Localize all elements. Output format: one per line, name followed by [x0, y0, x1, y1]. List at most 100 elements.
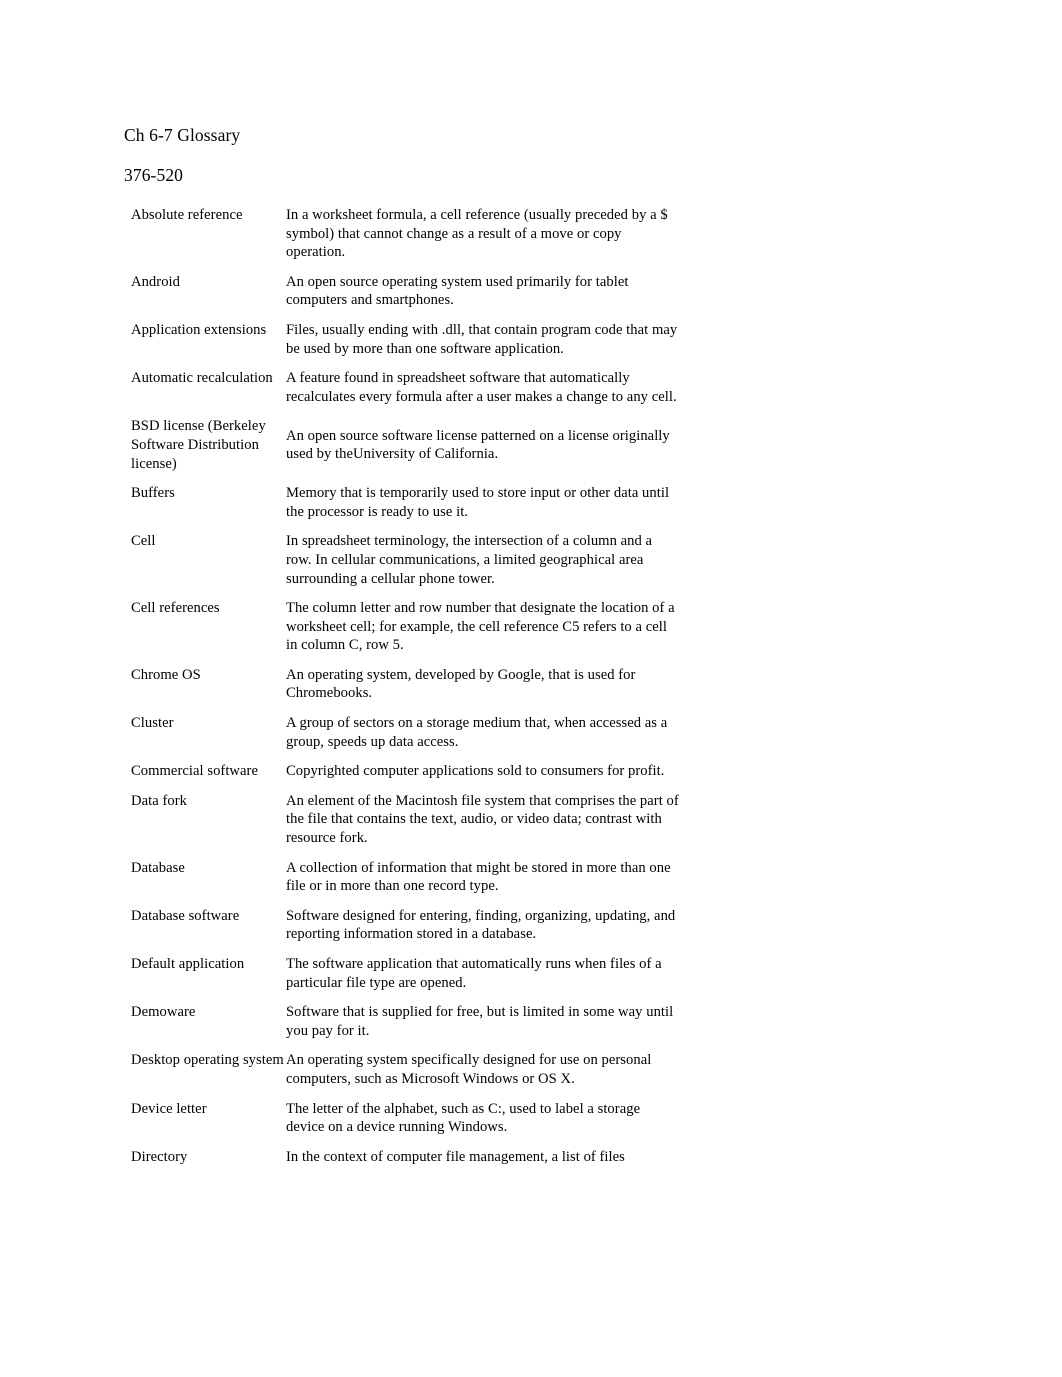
row-spacer	[131, 944, 679, 955]
row-spacer-cell	[286, 992, 679, 1003]
glossary-definition-cell: An open source operating system used pri…	[286, 273, 679, 310]
glossary-definition-cell: In a worksheet formula, a cell reference…	[286, 206, 679, 262]
glossary-table: Absolute reference In a worksheet formula…	[131, 206, 679, 1166]
row-spacer	[131, 262, 679, 273]
glossary-definition-cell: Software that is supplied for free, but …	[286, 1003, 679, 1040]
glossary-definition: A group of sectors on a storage medium t…	[286, 715, 668, 750]
glossary-term-cell: Cell	[131, 532, 286, 588]
glossary-definition: An open source software license patterne…	[286, 427, 670, 463]
glossary-term-cell: Commercial software	[131, 762, 286, 781]
glossary-definition-cell: Software designed for entering, finding,…	[286, 907, 679, 944]
page-subtitle: 376-520	[124, 165, 184, 185]
row-spacer-cell	[286, 781, 679, 792]
row-spacer-cell	[286, 473, 679, 484]
glossary-row: Cell In spreadsheet terminology, the inte…	[131, 532, 679, 588]
row-spacer-cell	[286, 944, 679, 955]
glossary-definition: The software application that automatica…	[286, 956, 662, 991]
glossary-row: Desktop operating system An operating sys…	[131, 1051, 679, 1088]
glossary-row: Demoware Software that is supplied for fr…	[131, 1003, 679, 1040]
glossary-term: Device letter	[131, 1100, 207, 1117]
glossary-definition-cell: In spreadsheet terminology, the intersec…	[286, 532, 679, 588]
glossary-term-cell: Device letter	[131, 1100, 286, 1137]
glossary-definition: An open source operating system used pri…	[286, 273, 629, 309]
row-spacer-cell	[131, 944, 286, 955]
row-spacer-cell	[286, 358, 679, 369]
row-spacer	[131, 751, 679, 762]
glossary-term: Absolute reference	[131, 207, 243, 223]
row-spacer	[131, 588, 679, 599]
document-page: Ch 6-7 Glossary 376-520 Absolute referen…	[0, 0, 1062, 1377]
glossary-definition: Memory that is temporarily used to store…	[286, 485, 670, 520]
row-spacer	[131, 896, 679, 907]
row-spacer-cell	[286, 1089, 679, 1100]
row-spacer-cell	[286, 406, 679, 417]
glossary-term-cell: Desktop operating system	[131, 1051, 286, 1088]
glossary-term-cell: Data fork	[131, 792, 286, 848]
row-spacer	[131, 781, 679, 792]
glossary-definition-cell: An operating system, developed by Google…	[286, 666, 679, 703]
glossary-term-cell: Absolute reference	[131, 206, 286, 262]
glossary-definition: In the context of computer file manageme…	[286, 1148, 625, 1165]
glossary-term-cell: Application extensions	[131, 321, 286, 358]
row-spacer-cell	[286, 588, 679, 599]
row-spacer	[131, 703, 679, 714]
glossary-row: Cluster A group of sectors on a storage m…	[131, 714, 679, 751]
glossary-row: Absolute reference In a worksheet formula…	[131, 206, 679, 262]
row-spacer-cell	[131, 473, 286, 484]
glossary-definition: Software designed for entering, finding,…	[286, 907, 676, 943]
row-spacer	[131, 992, 679, 1003]
glossary-definition: Software that is supplied for free, but …	[286, 1004, 674, 1039]
glossary-term-cell: BSD license (Berkeley Software Distribut…	[131, 417, 286, 473]
row-spacer	[131, 521, 679, 532]
row-spacer	[131, 1040, 679, 1051]
row-spacer-cell	[131, 992, 286, 1003]
glossary-definition-cell: In the context of computer file manageme…	[286, 1148, 679, 1167]
row-spacer-cell	[131, 310, 286, 321]
row-spacer-cell	[286, 521, 679, 532]
row-spacer-cell	[286, 1137, 679, 1148]
glossary-row: Database software Software designed for e…	[131, 907, 679, 944]
row-spacer-cell	[286, 1040, 679, 1051]
row-spacer	[131, 358, 679, 369]
row-spacer	[131, 1089, 679, 1100]
glossary-term: Buffers	[131, 485, 175, 502]
glossary-term: Cluster	[131, 715, 174, 732]
glossary-term-cell: Chrome OS	[131, 666, 286, 703]
row-spacer-cell	[286, 751, 679, 762]
row-spacer	[131, 406, 679, 417]
glossary-term-cell: Cluster	[131, 714, 286, 751]
row-spacer	[131, 655, 679, 666]
glossary-definition: A collection of information that might b…	[286, 859, 671, 895]
glossary-term: Automatic recalculation	[131, 370, 273, 387]
glossary-row: Directory In the context of computer file…	[131, 1148, 679, 1167]
glossary-definition-cell: The software application that automatica…	[286, 955, 679, 992]
glossary-term: Database software	[131, 907, 240, 924]
glossary-row: BSD license (Berkeley Software Distribut…	[131, 417, 679, 473]
glossary-definition: Files, usually ending with .dll, that co…	[286, 321, 678, 357]
row-spacer-cell	[286, 310, 679, 321]
row-spacer-cell	[131, 1137, 286, 1148]
row-spacer	[131, 473, 679, 484]
glossary-row: Data fork An element of the Macintosh fil…	[131, 792, 679, 848]
glossary-term-cell: Default application	[131, 955, 286, 992]
glossary-definition: An element of the Macintosh file system …	[286, 792, 679, 847]
row-spacer	[131, 310, 679, 321]
glossary-definition: In spreadsheet terminology, the intersec…	[286, 533, 653, 587]
row-spacer-cell	[286, 896, 679, 907]
row-spacer-cell	[131, 781, 286, 792]
glossary-definition: Copyrighted computer applications sold t…	[286, 763, 665, 780]
row-spacer-cell	[131, 1040, 286, 1051]
row-spacer	[131, 848, 679, 859]
glossary-term: Cell	[131, 533, 156, 550]
glossary-definition-cell: Files, usually ending with .dll, that co…	[286, 321, 679, 358]
glossary-term-cell: Cell references	[131, 599, 286, 655]
glossary-term: Android	[131, 273, 180, 290]
glossary-term-cell: Buffers	[131, 484, 286, 521]
glossary-term: Default application	[131, 956, 245, 972]
glossary-row: Default application The software applicat…	[131, 955, 679, 992]
glossary-definition: An operating system specifically designe…	[286, 1052, 652, 1087]
glossary-row: Buffers Memory that is temporarily used t…	[131, 484, 679, 521]
glossary-definition-cell: The letter of the alphabet, such as C:, …	[286, 1100, 679, 1137]
row-spacer-cell	[131, 751, 286, 762]
row-spacer-cell	[131, 588, 286, 599]
